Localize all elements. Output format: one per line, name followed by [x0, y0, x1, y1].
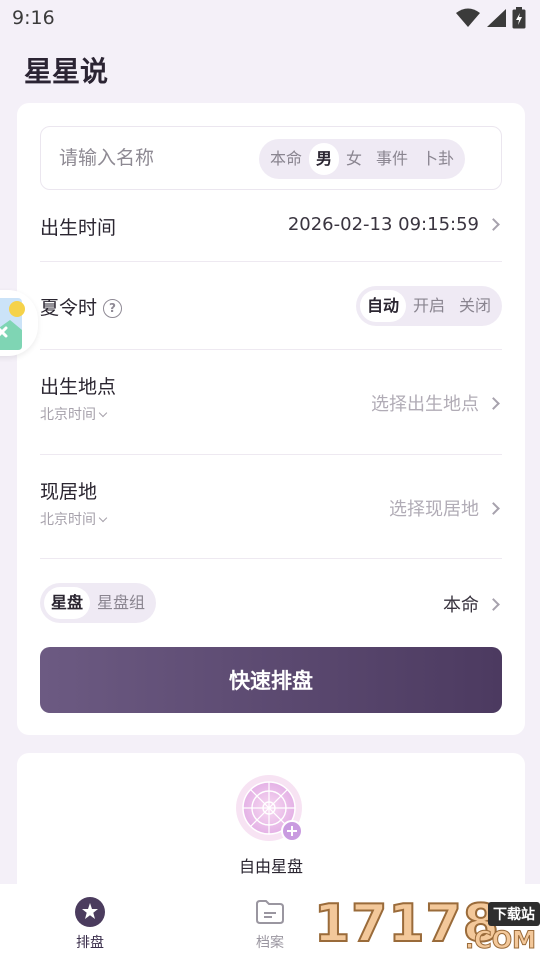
chart-form-card: 本命 男 女 事件 卜卦 出生时间 2026-02-13 09:15:59 夏令… [17, 103, 525, 735]
mode-value-picker[interactable]: 本命 [443, 591, 502, 617]
folder-icon [256, 900, 284, 924]
dst-label: 夏令时 [40, 297, 98, 319]
floating-widget[interactable] [0, 290, 38, 356]
chart-type-horary[interactable]: 卜卦 [415, 143, 461, 175]
residence-placeholder: 选择现居地 [389, 499, 479, 520]
birth-place-label: 出生地点 [40, 376, 117, 398]
quick-chart-button[interactable]: 快速排盘 [40, 647, 502, 713]
sticker-icon [0, 298, 25, 350]
app-title: 星星说 [24, 55, 109, 88]
chart-type-natal[interactable]: 本命 [263, 143, 309, 175]
dst-auto[interactable]: 自动 [359, 290, 406, 322]
status-bar: 9:16 [0, 0, 540, 36]
chart-type-event[interactable]: 事件 [369, 143, 415, 175]
add-badge-icon [281, 820, 303, 842]
signal-icon [487, 9, 506, 27]
residence-row[interactable]: 现居地 北京时间 选择现居地 [40, 455, 502, 559]
birth-time-value: 2026-02-13 09:15:59 [287, 214, 479, 235]
dst-segmented: 自动 开启 关闭 [355, 286, 502, 326]
chevron-right-icon [487, 501, 500, 515]
mode-chart-group[interactable]: 星盘组 [90, 587, 152, 619]
tab-chart[interactable]: 排盘 [0, 884, 180, 960]
birth-time-label: 出生时间 [40, 217, 117, 239]
chevron-right-icon [487, 597, 500, 611]
birth-place-timezone[interactable]: 北京时间 [40, 404, 108, 424]
chart-type-female[interactable]: 女 [339, 143, 369, 175]
chart-type-segmented: 本命 男 女 事件 卜卦 [259, 139, 466, 179]
birth-time-value-wrap: 2026-02-13 09:15:59 [288, 214, 502, 235]
star-icon [75, 897, 105, 927]
astro-wheel-icon[interactable] [236, 775, 306, 845]
birth-place-picker: 选择出生地点 [371, 390, 502, 416]
tab-chart-label: 排盘 [76, 935, 104, 951]
free-chart-label: 自由星盘 [238, 857, 303, 876]
dst-off[interactable]: 关闭 [452, 290, 498, 322]
mode-value: 本命 [443, 595, 479, 616]
name-input[interactable] [59, 127, 249, 189]
chevron-right-icon [487, 396, 500, 410]
free-chart-entry[interactable]: 自由星盘 [17, 775, 525, 877]
status-time: 9:16 [12, 7, 55, 29]
wifi-icon [456, 8, 480, 27]
residence-timezone[interactable]: 北京时间 [40, 509, 108, 529]
mode-chart[interactable]: 星盘 [44, 587, 91, 619]
birth-time-row[interactable]: 出生时间 2026-02-13 09:15:59 [40, 191, 502, 262]
tab-archive-label: 档案 [256, 935, 284, 951]
mode-segmented: 星盘 星盘组 [40, 583, 157, 623]
chevron-down-icon [98, 513, 108, 522]
watermark-logo: 17178 下载站 .COM [313, 892, 540, 960]
battery-icon [512, 7, 526, 29]
birth-place-placeholder: 选择出生地点 [371, 394, 479, 415]
birth-place-timezone-label: 北京时间 [40, 407, 96, 423]
birth-place-row[interactable]: 出生地点 北京时间 选择出生地点 [40, 350, 502, 455]
residence-label: 现居地 [40, 481, 98, 503]
dst-row: 夏令时? 自动 开启 关闭 [40, 262, 502, 350]
chevron-right-icon [487, 218, 500, 231]
dst-label-wrap: 夏令时? [40, 293, 123, 320]
chart-type-male[interactable]: 男 [309, 143, 340, 175]
chevron-down-icon [98, 408, 108, 417]
help-icon[interactable]: ? [103, 298, 123, 318]
dst-on[interactable]: 开启 [406, 290, 452, 322]
residence-timezone-label: 北京时间 [40, 512, 96, 528]
watermark-suffix: .COM [464, 926, 536, 955]
watermark-badge: 下载站 [488, 902, 540, 926]
name-input-box: 本命 男 女 事件 卜卦 [40, 126, 502, 190]
residence-picker: 选择现居地 [389, 495, 502, 521]
status-icons [456, 7, 526, 29]
